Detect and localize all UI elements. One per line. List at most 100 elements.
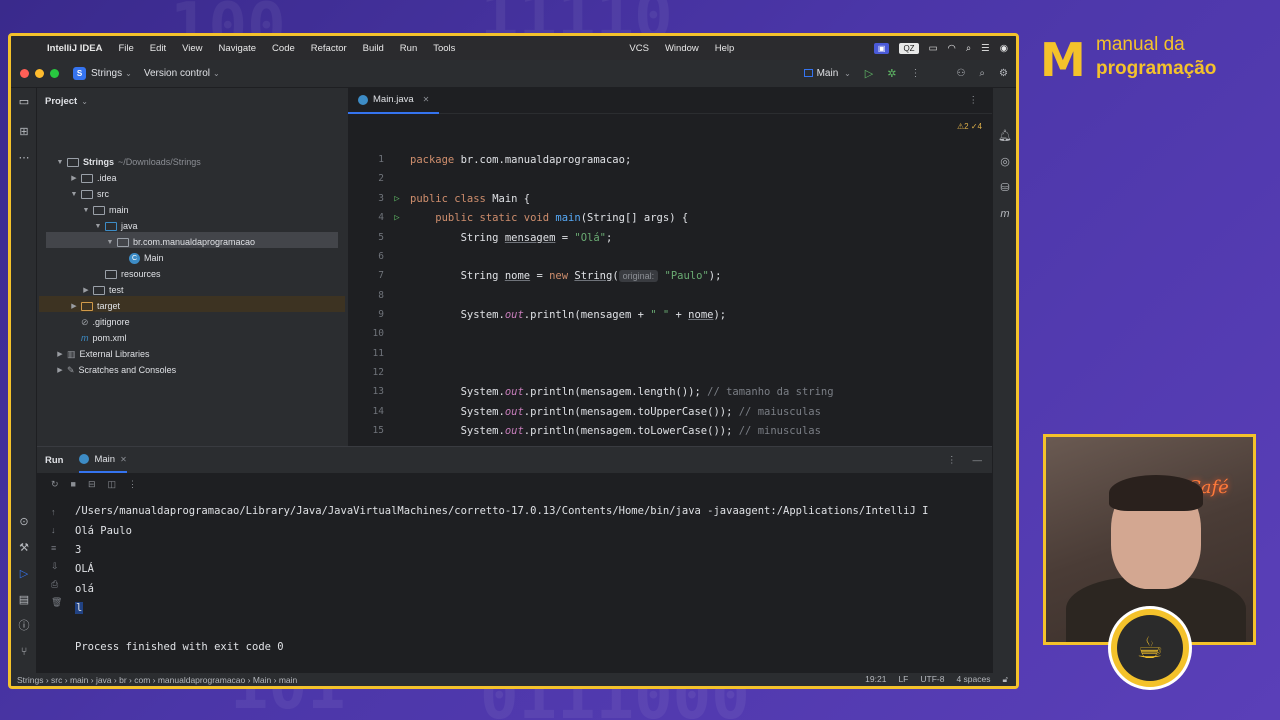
- close-window-button[interactable]: [20, 69, 29, 78]
- tree-item-gitignore[interactable]: ⊘ .gitignore: [81, 314, 130, 330]
- add-user-icon[interactable]: ⚇: [956, 68, 965, 79]
- zoom-window-button[interactable]: [50, 69, 59, 78]
- menu-app-name[interactable]: IntelliJ IDEA: [39, 43, 110, 54]
- lock-icon[interactable]: 🔓︎: [1002, 674, 1008, 685]
- tree-item-external-libraries[interactable]: ▶ ▥ External Libraries: [55, 346, 149, 362]
- version-control-menu[interactable]: Version control: [144, 68, 210, 79]
- run-gutter-icon[interactable]: ▷: [384, 213, 410, 223]
- more-actions-icon[interactable]: ⋮: [910, 68, 920, 79]
- minimize-window-button[interactable]: [35, 69, 44, 78]
- build-hammer-icon[interactable]: ⚒: [16, 540, 32, 556]
- settings-gear-icon[interactable]: ⚙: [999, 68, 1008, 79]
- project-folder-icon[interactable]: ▭: [16, 94, 32, 110]
- tree-item-scratches[interactable]: ▶ ✎ Scratches and Consoles: [55, 362, 176, 378]
- database-icon[interactable]: ⛁: [997, 180, 1013, 196]
- status-chip[interactable]: QZ: [899, 42, 919, 54]
- menu-vcs[interactable]: VCS: [621, 43, 657, 54]
- tree-item-pom[interactable]: m pom.xml: [81, 330, 127, 346]
- notifications-icon[interactable]: 🔔︎: [997, 128, 1013, 144]
- debug-icon[interactable]: ✲: [887, 67, 896, 80]
- close-icon[interactable]: ✕: [120, 455, 127, 464]
- run-config-selector[interactable]: Main ⌄: [803, 68, 851, 79]
- breadcrumb-item[interactable]: br: [119, 675, 127, 685]
- structure-icon[interactable]: ⊞: [16, 124, 32, 140]
- terminal-icon[interactable]: ▤: [16, 592, 32, 608]
- layout-icon[interactable]: ⊟: [88, 479, 96, 490]
- breadcrumb-item[interactable]: main: [70, 675, 88, 685]
- breadcrumb-item[interactable]: main: [279, 675, 297, 685]
- soft-wrap-icon[interactable]: ≡: [51, 543, 56, 553]
- folder-icon: [81, 173, 93, 183]
- trash-icon[interactable]: 🗑︎: [51, 597, 62, 608]
- file-encoding[interactable]: UTF-8: [920, 674, 944, 685]
- rerun-icon[interactable]: ↻: [51, 479, 59, 490]
- tree-label: .idea: [97, 173, 117, 183]
- menu-run[interactable]: Run: [392, 43, 425, 54]
- scroll-to-end-icon[interactable]: ⇩: [51, 561, 59, 572]
- menu-file[interactable]: File: [110, 43, 141, 54]
- indent-setting[interactable]: 4 spaces: [956, 674, 990, 685]
- project-panel-header[interactable]: Project ⌄: [37, 88, 347, 114]
- tab-main-java[interactable]: Main.java ✕: [348, 88, 440, 114]
- more-tools-icon[interactable]: ⋯: [16, 150, 32, 166]
- tree-item-src[interactable]: ▼ src: [69, 186, 109, 202]
- print-icon[interactable]: ⎙: [51, 579, 58, 590]
- code-editor[interactable]: Main.java ✕ ⋮ ⚠2 ✓4 1 package br.com.manu…: [347, 88, 992, 446]
- wifi-icon[interactable]: ◠: [948, 43, 956, 54]
- menu-view[interactable]: View: [174, 43, 210, 54]
- control-center-icon[interactable]: ☰: [981, 43, 990, 54]
- tree-item-test[interactable]: ▶ test: [81, 282, 123, 298]
- minimize-icon[interactable]: —: [973, 455, 993, 466]
- more-options-icon[interactable]: ⋮: [947, 455, 957, 466]
- screen-record-icon[interactable]: ▣: [873, 42, 890, 54]
- code-token: out: [504, 308, 524, 321]
- tree-item-resources[interactable]: resources: [103, 266, 161, 282]
- run-icon[interactable]: ▷: [865, 67, 873, 80]
- line-separator[interactable]: LF: [898, 674, 908, 685]
- tree-item-java[interactable]: ▼ java: [93, 218, 138, 234]
- breadcrumb-item[interactable]: manualdaprogramacao: [158, 675, 245, 685]
- menu-help[interactable]: Help: [707, 43, 743, 54]
- spotlight-search-icon[interactable]: ⌕: [966, 43, 971, 54]
- close-icon[interactable]: ✕: [423, 95, 430, 104]
- breadcrumb-item[interactable]: Main: [253, 675, 271, 685]
- tree-item-package[interactable]: ▼ br.com.manualdaprogramacao: [105, 234, 256, 250]
- menu-build[interactable]: Build: [355, 43, 392, 54]
- tree-item-strings[interactable]: ▼ Strings ~/Downloads/Strings: [55, 154, 201, 170]
- more-actions-icon[interactable]: ⋮: [128, 479, 137, 490]
- siri-icon[interactable]: ◉: [1000, 43, 1008, 54]
- git-icon[interactable]: ⑂: [16, 644, 32, 660]
- camera-icon[interactable]: ◫: [108, 479, 117, 490]
- tree-item-idea[interactable]: ▶ .idea: [69, 170, 117, 186]
- run-tool-icon[interactable]: ▷: [16, 566, 32, 582]
- menu-tools[interactable]: Tools: [425, 43, 463, 54]
- scroll-up-icon[interactable]: ↑: [51, 507, 56, 517]
- services-icon[interactable]: ⊙: [16, 514, 32, 530]
- breadcrumb-item[interactable]: java: [96, 675, 112, 685]
- ai-assistant-icon[interactable]: ◎: [997, 154, 1013, 170]
- maven-icon[interactable]: m: [997, 206, 1013, 222]
- more-tabs-icon[interactable]: ⋮: [969, 95, 993, 106]
- breadcrumb-item[interactable]: com: [134, 675, 150, 685]
- run-gutter-icon[interactable]: ▷: [384, 194, 410, 204]
- search-icon[interactable]: ⌕: [979, 68, 985, 79]
- tree-item-target[interactable]: ▶ target: [69, 298, 120, 314]
- inspection-widget[interactable]: ⚠2 ✓4: [957, 122, 982, 131]
- project-switcher[interactable]: Strings: [91, 68, 122, 79]
- scroll-down-icon[interactable]: ↓: [51, 525, 56, 535]
- tree-label: br.com.manualdaprogramacao: [133, 237, 256, 247]
- tree-item-main[interactable]: ▼ main: [81, 202, 129, 218]
- stop-icon[interactable]: ■: [71, 479, 76, 489]
- menu-edit[interactable]: Edit: [142, 43, 174, 54]
- menu-refactor[interactable]: Refactor: [303, 43, 355, 54]
- battery-icon[interactable]: ▭: [929, 43, 938, 54]
- caret-position[interactable]: 19:21: [865, 674, 886, 685]
- menu-navigate[interactable]: Navigate: [211, 43, 265, 54]
- menu-code[interactable]: Code: [264, 43, 303, 54]
- problems-icon[interactable]: ⓘ: [16, 618, 32, 634]
- breadcrumb-item[interactable]: src: [51, 675, 62, 685]
- tree-item-main-class[interactable]: C Main: [127, 250, 164, 266]
- run-tab-main[interactable]: Main ✕: [79, 447, 127, 473]
- menu-window[interactable]: Window: [657, 43, 707, 54]
- breadcrumb-item[interactable]: Strings: [17, 675, 43, 685]
